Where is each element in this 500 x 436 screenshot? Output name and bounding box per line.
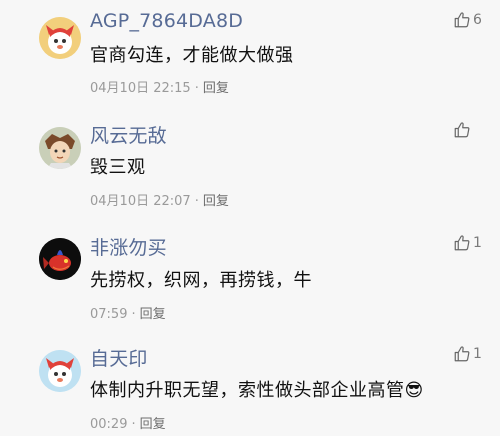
comment-meta: 04月10日 22:15 · 回复: [90, 77, 229, 96]
reply-button[interactable]: 回复: [203, 81, 229, 96]
comment-meta: 04月10日 22:07 · 回复: [90, 190, 229, 209]
thumbs-up-icon: [454, 235, 470, 251]
cartoon-devil-avatar-icon[interactable]: [39, 350, 81, 392]
like-count: 1: [473, 235, 482, 251]
comment-username[interactable]: 非涨勿买: [90, 233, 167, 260]
comment-time: 00:29: [90, 417, 128, 432]
like-button[interactable]: [453, 120, 493, 140]
thumbs-up-icon: [454, 122, 470, 138]
cartoon-devil-avatar-icon[interactable]: [39, 17, 81, 59]
comment-text: 体制内升职无望，索性做头部企业高管: [90, 380, 405, 401]
comment-username[interactable]: AGP_7864DA8D: [90, 10, 243, 32]
thumbs-up-icon: [454, 346, 470, 362]
separator-dot: ·: [131, 307, 136, 322]
sunglasses-emoji-icon: 😎: [404, 380, 424, 401]
like-button[interactable]: 1: [453, 233, 493, 253]
reply-button[interactable]: 回复: [203, 194, 229, 209]
comment-text: 先捞权，织网，再捞钱，牛: [90, 270, 312, 291]
reply-button[interactable]: 回复: [140, 417, 166, 432]
comment-meta: 07:59 · 回复: [90, 303, 166, 322]
like-count: 6: [473, 12, 482, 28]
comment-username[interactable]: 风云无敌: [90, 121, 167, 148]
separator-dot: ·: [194, 194, 199, 209]
anime-character-avatar-icon[interactable]: [39, 127, 81, 169]
comment-time: 04月10日 22:15: [90, 81, 191, 96]
thumbs-up-icon: [454, 12, 470, 28]
like-button[interactable]: 1: [453, 344, 493, 364]
separator-dot: ·: [194, 81, 199, 96]
like-count: 1: [473, 346, 482, 362]
comment-meta: 00:29 · 回复: [90, 413, 166, 432]
like-button[interactable]: 6: [453, 10, 493, 30]
comment-username[interactable]: 自天印: [90, 344, 148, 371]
comment-time: 07:59: [90, 307, 128, 322]
reply-button[interactable]: 回复: [140, 307, 166, 322]
comment-text: 官商勾连，才能做大做强: [90, 45, 294, 66]
comment-text-row: 体制内升职无望，索性做头部企业高管😎: [90, 376, 424, 402]
red-fish-avatar-icon[interactable]: [39, 238, 81, 280]
comment-text: 毁三观: [90, 157, 146, 178]
separator-dot: ·: [131, 417, 136, 432]
comment-time: 04月10日 22:07: [90, 194, 191, 209]
